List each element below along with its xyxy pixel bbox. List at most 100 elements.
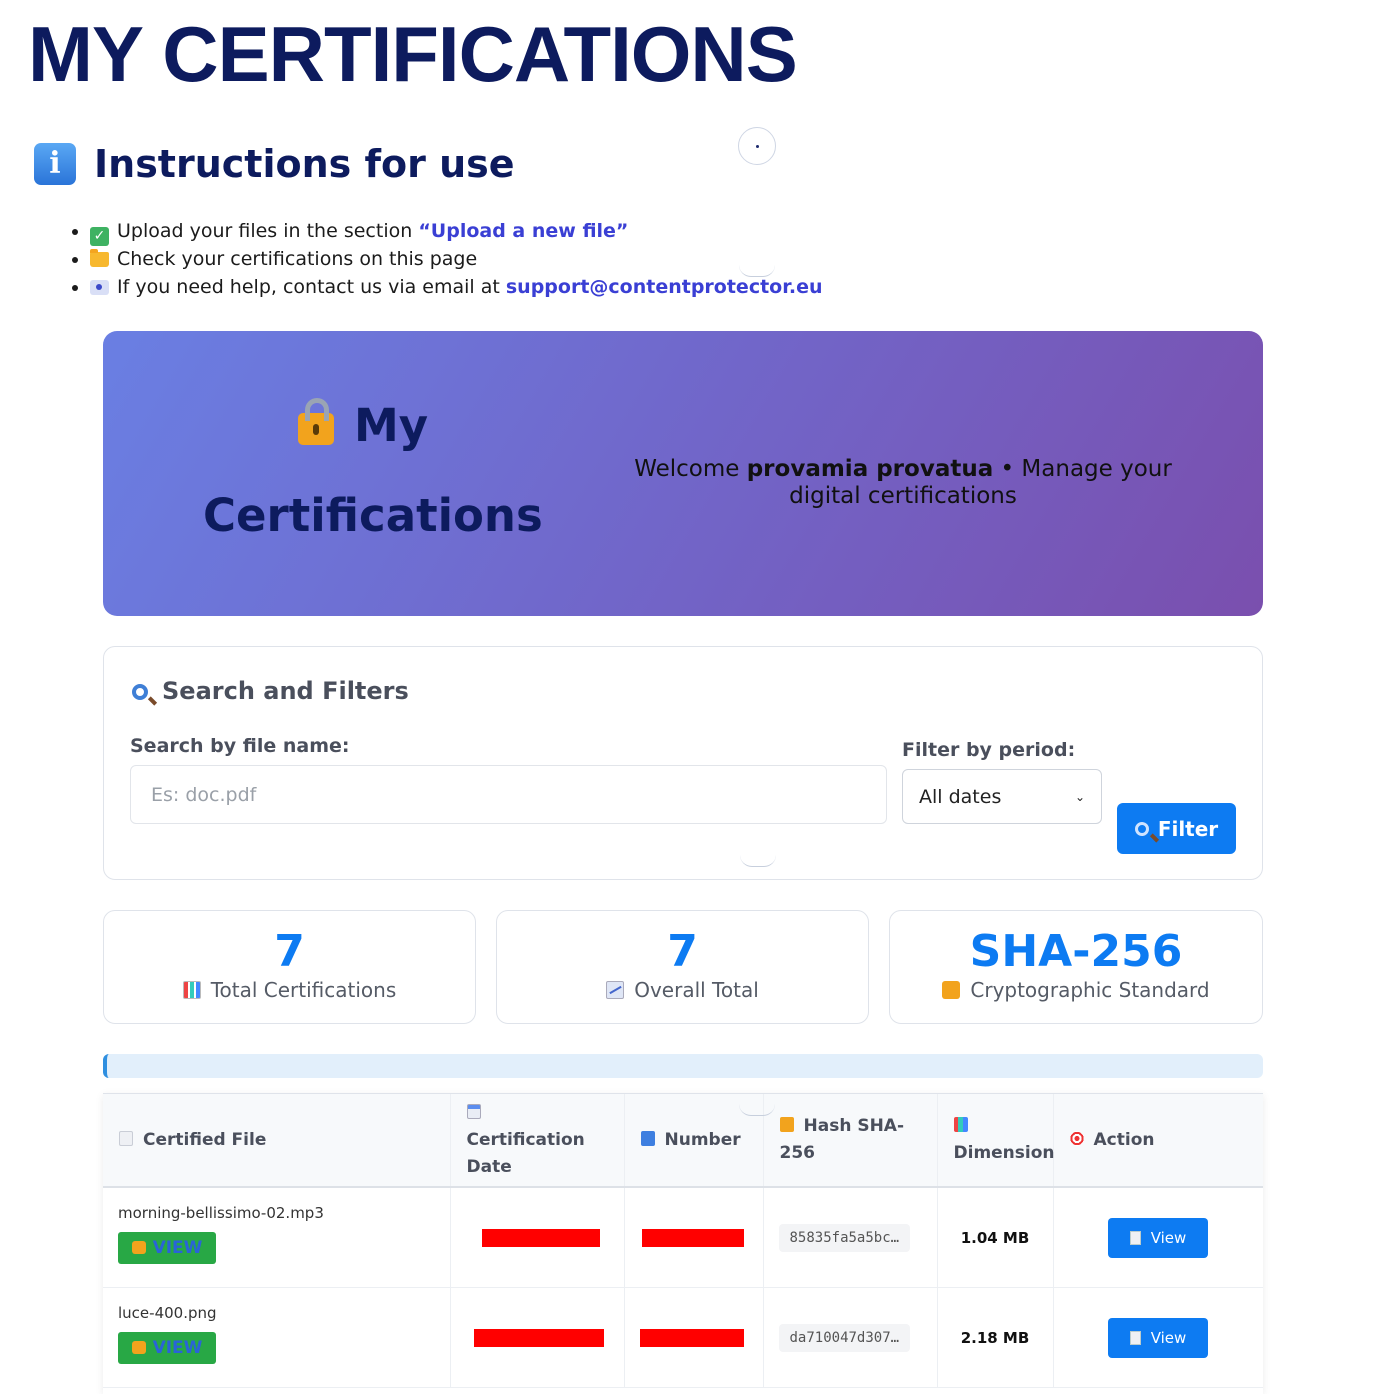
period-selected-value: All dates	[919, 785, 1002, 808]
document-icon	[1129, 1230, 1141, 1245]
progress-bar	[103, 1054, 1263, 1078]
filter-button[interactable]: Filter	[1117, 803, 1236, 854]
column-header-hash[interactable]: Hash SHA-256	[763, 1094, 938, 1188]
check-icon: ✓	[90, 227, 109, 246]
instruction-item: Check your certifications on this page	[90, 246, 823, 274]
search-filters-panel: Search and Filters Search by file name: …	[103, 646, 1263, 880]
stat-card-cryptographic-standard: SHA-256 Cryptographic Standard	[889, 910, 1263, 1024]
view-button[interactable]: View	[1108, 1217, 1208, 1258]
stat-label: Cryptographic Standard	[970, 978, 1210, 1002]
hero-banner: My Certifications Welcome provamia prova…	[103, 331, 1263, 616]
stat-label-row: Overall Total	[497, 978, 868, 1002]
column-header-dimension[interactable]: Dimension	[937, 1094, 1055, 1188]
file-cell: morning-bellissimo-02.mp3 VIEW	[103, 1187, 451, 1288]
instruction-text: Upload your files in the section	[117, 220, 419, 242]
search-icon	[132, 684, 148, 700]
search-heading: Search and Filters	[132, 677, 409, 705]
trend-chart-icon	[606, 981, 625, 999]
header-label: Certification Date	[466, 1129, 585, 1177]
bar-chart-icon	[953, 1117, 968, 1132]
bar-chart-icon	[182, 981, 201, 999]
loading-spinner	[738, 127, 776, 165]
hash-cell: 85835fa5a5bc…	[763, 1187, 938, 1288]
user-name: provamia provatua	[746, 456, 994, 482]
period-label: Filter by period:	[902, 739, 1076, 761]
target-icon	[1069, 1130, 1084, 1146]
welcome-text: Welcome provamia provatua • Manage your …	[613, 456, 1193, 510]
view-button-label: View	[1150, 1328, 1187, 1347]
welcome-prefix: Welcome	[634, 456, 747, 482]
search-heading-text: Search and Filters	[162, 677, 409, 705]
stat-card-overall-total: 7 Overall Total	[496, 910, 869, 1024]
lock-key-icon	[297, 398, 334, 445]
redacted-number	[639, 1328, 744, 1347]
stat-value: 7	[274, 926, 305, 977]
instruction-item: ✓ Upload your files in the section “Uploa…	[90, 218, 823, 246]
calendar-icon	[466, 1103, 481, 1119]
view-badge-label: VIEW	[152, 1337, 203, 1358]
header-label: Action	[1093, 1129, 1155, 1150]
table-row: morning-bellissimo-02.mp3 VIEW 85835fa5a…	[103, 1187, 1263, 1288]
instructions-list: ✓ Upload your files in the section “Uploa…	[66, 218, 823, 301]
action-cell: View	[1053, 1287, 1263, 1388]
table-header-row: Certified File Certification Date Number…	[103, 1094, 1263, 1188]
view-file-badge[interactable]: VIEW	[118, 1331, 216, 1364]
view-button[interactable]: View	[1108, 1317, 1208, 1358]
numbers-icon	[640, 1130, 655, 1146]
lock-icon	[779, 1117, 794, 1132]
email-icon	[90, 279, 109, 295]
dimension-cell: 2.18 MB	[937, 1287, 1054, 1388]
file-name-label: Search by file name:	[130, 735, 350, 757]
file-name: morning-bellissimo-02.mp3	[118, 1203, 324, 1222]
certifications-table: Certified File Certification Date Number…	[103, 1093, 1263, 1394]
hero-title-line2: Certifications	[203, 489, 543, 542]
upload-link[interactable]: “Upload a new file”	[418, 220, 628, 242]
view-button-label: View	[1150, 1228, 1187, 1247]
file-cell: luce-400.png VIEW	[103, 1287, 451, 1388]
unlock-icon	[131, 1341, 146, 1354]
instructions-title: Instructions for use	[94, 142, 515, 186]
column-header-file[interactable]: Certified File	[103, 1094, 451, 1188]
header-label: Number	[664, 1129, 741, 1150]
action-cell: View	[1053, 1187, 1263, 1288]
instruction-item: If you need help, contact us via email a…	[90, 274, 823, 302]
stat-value: SHA-256	[969, 926, 1183, 977]
stat-card-total-certifications: 7 Total Certifications	[103, 910, 476, 1024]
instruction-text: If you need help, contact us via email a…	[117, 275, 506, 298]
file-name-search-input[interactable]	[130, 765, 887, 824]
header-label: Dimension	[953, 1143, 1055, 1163]
hero-title: My Certifications	[203, 381, 543, 561]
page-title: MY CERTIFICATIONS	[28, 10, 798, 98]
view-file-badge[interactable]: VIEW	[118, 1231, 216, 1264]
stat-label-row: Cryptographic Standard	[890, 978, 1262, 1002]
search-icon	[1134, 821, 1149, 836]
column-header-action[interactable]: Action	[1053, 1094, 1263, 1188]
document-icon	[119, 1130, 133, 1146]
hash-cell: da710047d307…	[763, 1287, 938, 1388]
folder-icon	[90, 249, 109, 267]
date-cell	[450, 1287, 625, 1388]
hash-value: da710047d307…	[778, 1323, 911, 1352]
hash-value: 85835fa5a5bc…	[778, 1223, 911, 1252]
column-header-date[interactable]: Certification Date	[450, 1094, 625, 1188]
stat-label-row: Total Certifications	[104, 978, 475, 1002]
info-icon: i	[34, 143, 76, 185]
document-icon	[1129, 1330, 1141, 1345]
filter-button-label: Filter	[1157, 816, 1219, 841]
header-label: Hash SHA-256	[779, 1116, 905, 1163]
stat-label: Total Certifications	[210, 978, 397, 1002]
unlock-icon	[131, 1241, 146, 1254]
hero-title-line1: My	[353, 399, 429, 452]
view-badge-label: VIEW	[152, 1237, 203, 1258]
instructions-heading: i Instructions for use	[34, 142, 515, 186]
file-name: luce-400.png	[118, 1303, 217, 1322]
stat-value: 7	[667, 926, 698, 977]
header-label: Certified File	[143, 1129, 267, 1150]
number-cell	[624, 1187, 764, 1288]
spinner-arc	[740, 855, 776, 867]
support-email-link[interactable]: support@contentprotector.eu	[506, 276, 823, 298]
redacted-number	[641, 1228, 744, 1247]
period-select[interactable]: All dates ⌄	[902, 769, 1102, 824]
lock-icon	[942, 981, 961, 999]
chevron-down-icon: ⌄	[1074, 789, 1085, 804]
